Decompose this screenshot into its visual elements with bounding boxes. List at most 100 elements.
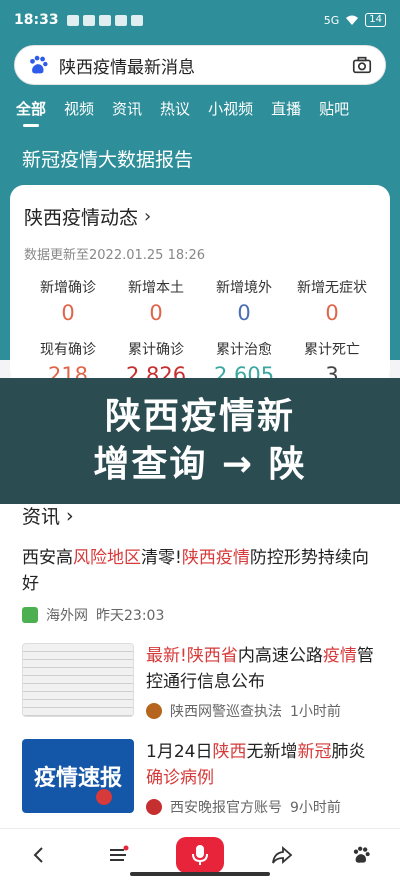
battery-icon: 14 bbox=[365, 13, 386, 27]
stat-label: 新增境外 bbox=[216, 280, 272, 296]
status-right: 5G 14 bbox=[324, 13, 386, 27]
tab-tieba[interactable]: 贴吧 bbox=[319, 98, 349, 119]
chevron-left-icon bbox=[33, 846, 43, 863]
share-icon bbox=[272, 845, 293, 864]
search-bar[interactable]: 陕西疫情最新消息 bbox=[14, 45, 386, 85]
status-bar: 18:33 5G 14 bbox=[0, 0, 400, 40]
news-section-title[interactable]: 资讯 › bbox=[22, 500, 378, 529]
stat-label: 累计治愈 bbox=[216, 342, 272, 358]
stat-label: 新增本土 bbox=[128, 280, 184, 296]
title-highlight: 陕西省 bbox=[186, 646, 238, 666]
mail-icon bbox=[82, 14, 95, 26]
card-title-link[interactable]: 陕西疫情动态 › bbox=[24, 203, 376, 230]
news-thumbnail bbox=[22, 643, 134, 717]
notification-icon bbox=[98, 14, 111, 26]
chevron-right-icon: › bbox=[144, 206, 152, 227]
chevron-right-icon: › bbox=[66, 504, 74, 527]
overlay-line-1: 陕西疫情新 bbox=[104, 396, 295, 437]
notification-icon bbox=[130, 14, 143, 26]
stat-cell: 新增本土 0 bbox=[112, 277, 200, 325]
title-highlight: 确诊病例 bbox=[146, 768, 214, 788]
stat-cell: 新增境外 0 bbox=[200, 277, 288, 325]
category-tabs: 全部 视频 资讯 热议 小视频 直播 贴吧 bbox=[0, 90, 400, 126]
news-title: 最新!陕西省内高速公路疫情管控通行信息公布 bbox=[146, 643, 378, 695]
baidu-paw-icon bbox=[30, 55, 48, 74]
wifi-icon bbox=[346, 15, 359, 25]
title-part: 西安高 bbox=[22, 548, 73, 568]
news-meta: 西安晚报官方账号 9小时前 bbox=[146, 797, 378, 817]
notification-icons bbox=[66, 14, 143, 26]
section-label: 资讯 bbox=[22, 506, 61, 528]
stat-cell: 新增无症状 0 bbox=[288, 277, 376, 325]
seal-icon bbox=[96, 789, 112, 805]
news-title: 西安高风险地区清零!陕西疫情防控形势持续向好 bbox=[22, 545, 378, 597]
report-title[interactable]: 新冠疫情大数据报告 bbox=[22, 145, 193, 172]
network-label: 5G bbox=[323, 13, 340, 27]
card-title: 陕西疫情动态 bbox=[24, 207, 139, 229]
menu-icon bbox=[109, 845, 129, 861]
camera-icon[interactable] bbox=[351, 54, 373, 76]
stat-label: 现有确诊 bbox=[40, 342, 96, 358]
microphone-icon bbox=[191, 844, 208, 865]
menu-button[interactable] bbox=[98, 835, 138, 875]
stat-label: 累计死亡 bbox=[304, 342, 360, 358]
title-highlight: 陕西 bbox=[212, 742, 247, 762]
share-button[interactable] bbox=[262, 835, 302, 875]
update-time: 数据更新至2022.01.25 18:26 bbox=[24, 248, 206, 263]
title-part: 内高速公路 bbox=[237, 646, 323, 666]
news-meta: 海外网 昨天23:03 bbox=[22, 605, 378, 625]
baidu-paw-icon bbox=[353, 846, 370, 863]
notification-icon bbox=[66, 14, 79, 26]
thumbnail-text: 疫情速报 bbox=[33, 766, 122, 791]
news-section: 资讯 › 西安高风险地区清零!陕西疫情防控形势持续向好 海外网 昨天23:03 … bbox=[0, 500, 400, 830]
title-part: 1月24日 bbox=[146, 742, 213, 762]
news-time: 9小时前 bbox=[290, 800, 341, 816]
news-thumbnail: 疫情速报 bbox=[22, 739, 134, 813]
notification-icon bbox=[114, 14, 127, 26]
tab-news[interactable]: 资讯 bbox=[112, 98, 142, 119]
news-item[interactable]: 西安高风险地区清零!陕西疫情防控形势持续向好 海外网 昨天23:03 bbox=[22, 545, 378, 625]
search-input[interactable]: 陕西疫情最新消息 bbox=[59, 53, 351, 78]
epidemic-card: 陕西疫情动态 › 数据更新至2022.01.25 18:26 新增确诊 0 新增本土… bbox=[10, 185, 390, 387]
title-highlight: 疫情 bbox=[322, 646, 357, 666]
baidu-home-button[interactable] bbox=[341, 835, 381, 875]
title-part: 肺炎 bbox=[331, 742, 366, 762]
news-source: 陕西网警巡查执法 bbox=[170, 704, 282, 720]
news-source: 西安晚报官方账号 bbox=[170, 800, 282, 816]
tab-live[interactable]: 直播 bbox=[271, 98, 301, 119]
news-time: 1小时前 bbox=[290, 704, 341, 720]
source-avatar-icon bbox=[146, 703, 162, 719]
news-meta: 陕西网警巡查执法 1小时前 bbox=[146, 701, 378, 721]
tab-short-video[interactable]: 小视频 bbox=[208, 98, 253, 119]
stat-value: 0 bbox=[325, 301, 339, 325]
status-time: 18:33 bbox=[14, 12, 59, 28]
tab-video[interactable]: 视频 bbox=[64, 98, 94, 119]
source-logo-icon bbox=[22, 607, 38, 623]
home-indicator bbox=[130, 872, 270, 876]
title-highlight: 陕西疫情 bbox=[181, 548, 250, 568]
news-item[interactable]: 疫情速报 1月24日陕西无新增新冠肺炎确诊病例 西安晚报官方账号 9小时前 bbox=[22, 739, 378, 817]
title-highlight: 最新! bbox=[146, 646, 187, 666]
back-button[interactable] bbox=[19, 835, 59, 875]
stat-value: 0 bbox=[149, 301, 163, 325]
voice-search-button[interactable] bbox=[175, 836, 224, 873]
stat-label: 新增确诊 bbox=[40, 280, 96, 296]
overlay-banner: 陕西疫情新 增查询 → 陕 bbox=[0, 378, 400, 504]
title-highlight: 新冠 bbox=[297, 742, 332, 762]
source-avatar-icon bbox=[146, 799, 162, 815]
tab-discussion[interactable]: 热议 bbox=[160, 98, 190, 119]
stat-label: 新增无症状 bbox=[297, 280, 367, 296]
stat-label: 累计确诊 bbox=[128, 342, 184, 358]
tab-all[interactable]: 全部 bbox=[16, 98, 46, 119]
stats-grid: 新增确诊 0 新增本土 0 新增境外 0 新增无症状 0 现有确诊 218 累计确诊 2,826 累计治… bbox=[24, 277, 376, 387]
title-part: 清零! bbox=[141, 548, 182, 568]
stat-value: 0 bbox=[61, 301, 75, 325]
title-part: 无新增 bbox=[246, 742, 298, 762]
news-source: 海外网 bbox=[46, 608, 88, 624]
title-highlight: 风险地区 bbox=[73, 548, 141, 568]
stat-cell: 新增确诊 0 bbox=[24, 277, 112, 325]
stat-value: 0 bbox=[237, 301, 251, 325]
overlay-line-2: 增查询 → 陕 bbox=[93, 444, 307, 485]
news-time: 昨天23:03 bbox=[96, 608, 165, 624]
news-item[interactable]: 最新!陕西省内高速公路疫情管控通行信息公布 陕西网警巡查执法 1小时前 bbox=[22, 643, 378, 721]
